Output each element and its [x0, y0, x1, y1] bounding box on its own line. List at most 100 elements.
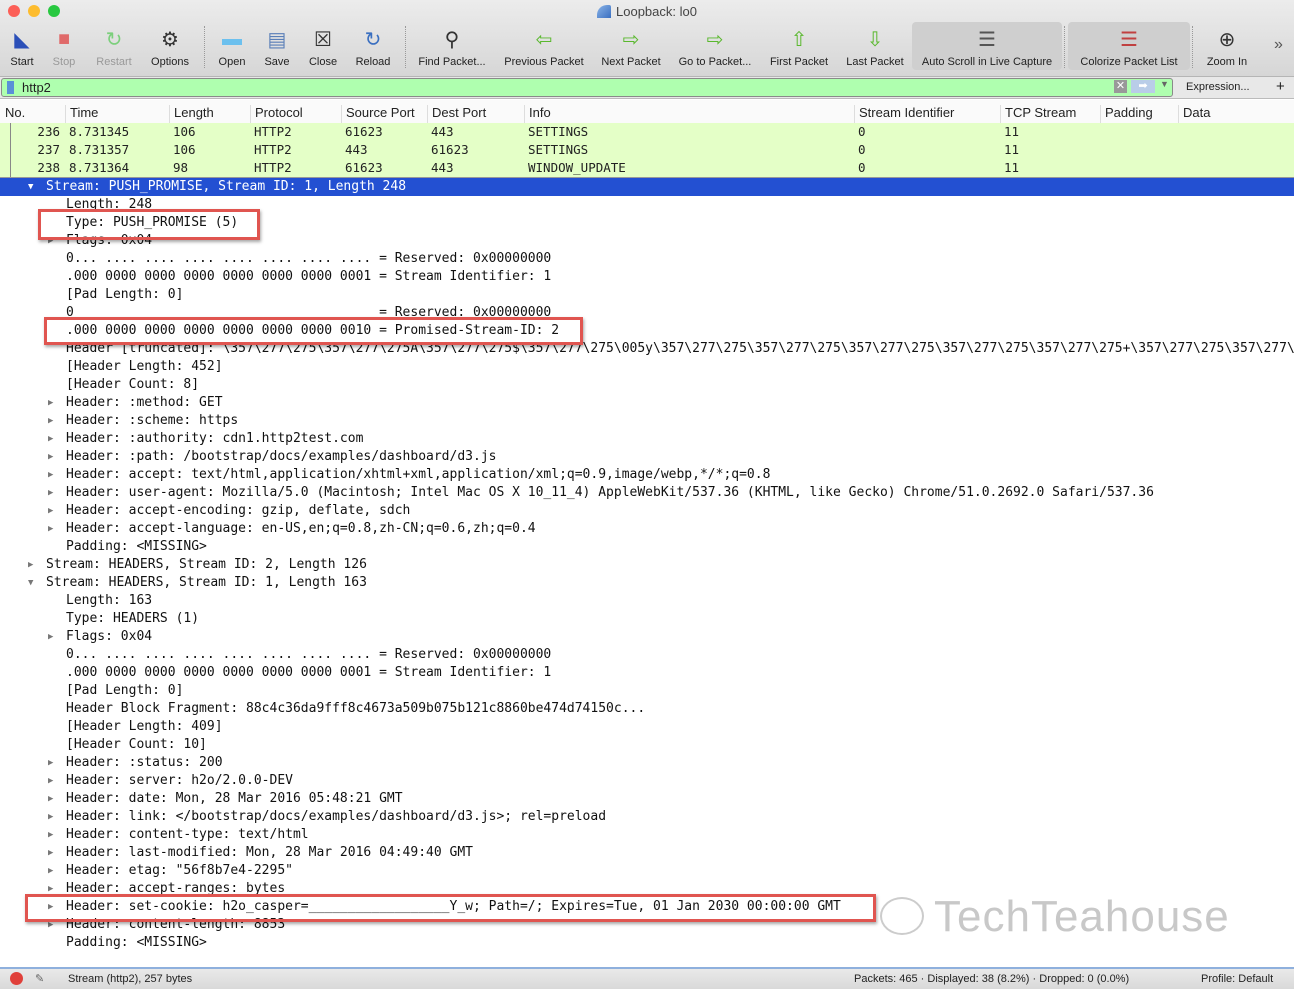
tree-item[interactable]: ▶ Header: :scheme: https: [0, 412, 1294, 430]
collapsed-triangle-icon[interactable]: ▶: [28, 556, 33, 574]
toolbar-overflow-button[interactable]: »: [1274, 36, 1283, 54]
toolbar-find-packet-button[interactable]: ⚲ Find Packet...: [414, 22, 490, 70]
toolbar-open-button[interactable]: ▬ Open: [210, 22, 254, 70]
apply-filter-icon[interactable]: ➡: [1131, 80, 1155, 93]
column-header[interactable]: Padding: [1100, 105, 1153, 123]
tree-item[interactable]: ▶ Stream: HEADERS, Stream ID: 2, Length 1…: [0, 556, 1294, 574]
collapsed-triangle-icon[interactable]: ▶: [48, 772, 53, 790]
autoscroll-icon: ☰: [978, 28, 996, 51]
column-header[interactable]: Info: [524, 105, 551, 123]
column-header[interactable]: No.: [1, 105, 25, 123]
toolbar-auto-scroll-in-live-capture-button[interactable]: ☰ Auto Scroll in Live Capture: [912, 22, 1062, 70]
expression-button[interactable]: Expression...: [1186, 81, 1250, 93]
packet-row[interactable]: 236 8.731345 106 HTTP2 61623 443 SETTINGS 0 11: [0, 123, 1294, 141]
toolbar-last-packet-button[interactable]: ⇩ Last Packet: [841, 22, 909, 70]
toolbar-zoom-in-button[interactable]: ⊕ Zoom In: [1198, 22, 1256, 70]
packet-cell-info: SETTINGS: [528, 124, 589, 139]
add-filter-button[interactable]: +: [1276, 78, 1285, 95]
tree-item[interactable]: 0... .... .... .... .... .... .... .... …: [0, 250, 1294, 268]
column-header[interactable]: Protocol: [250, 105, 303, 123]
toolbar-options-button[interactable]: ⚙ Options: [144, 22, 196, 70]
tree-item[interactable]: .000 0000 0000 0000 0000 0000 0000 0001 …: [0, 664, 1294, 682]
tree-item[interactable]: .000 0000 0000 0000 0000 0000 0000 0001 …: [0, 268, 1294, 286]
column-header[interactable]: Time: [65, 105, 98, 123]
tree-item-label: Stream: PUSH_PROMISE, Stream ID: 1, Leng…: [46, 179, 407, 194]
tree-item[interactable]: [Pad Length: 0]: [0, 286, 1294, 304]
column-header[interactable]: Stream Identifier: [854, 105, 954, 123]
toolbar-start-button[interactable]: ◣ Start: [4, 22, 40, 70]
toolbar-close-button[interactable]: ☒ Close: [302, 22, 344, 70]
tree-item[interactable]: ▼ Stream: PUSH_PROMISE, Stream ID: 1, Len…: [0, 178, 1294, 196]
tree-item[interactable]: ▶ Header: server: h2o/2.0.0-DEV: [0, 772, 1294, 790]
tree-item[interactable]: Length: 163: [0, 592, 1294, 610]
tree-item[interactable]: ▶ Header: user-agent: Mozilla/5.0 (Macint…: [0, 484, 1294, 502]
status-profile[interactable]: Profile: Default: [1201, 969, 1273, 989]
tree-item[interactable]: ▶ Header: date: Mon, 28 Mar 2016 05:48:21…: [0, 790, 1294, 808]
tree-item[interactable]: ▶ Header: content-type: text/html: [0, 826, 1294, 844]
tree-item[interactable]: [Pad Length: 0]: [0, 682, 1294, 700]
collapsed-triangle-icon[interactable]: ▶: [48, 790, 53, 808]
collapsed-triangle-icon[interactable]: ▶: [48, 448, 53, 466]
collapsed-triangle-icon[interactable]: ▶: [48, 844, 53, 862]
tree-item[interactable]: ▶ Header: accept-language: en-US,en;q=0.8…: [0, 520, 1294, 538]
collapsed-triangle-icon[interactable]: ▶: [48, 808, 53, 826]
display-filter-input[interactable]: http2: [1, 78, 1173, 97]
tree-item[interactable]: ▶ Header: accept: text/html,application/x…: [0, 466, 1294, 484]
collapsed-triangle-icon[interactable]: ▶: [48, 520, 53, 538]
toolbar-reload-button[interactable]: ↻ Reload: [350, 22, 396, 70]
tree-item[interactable]: 0... .... .... .... .... .... .... .... …: [0, 646, 1294, 664]
toolbar-restart-button[interactable]: ↻ Restart: [89, 22, 139, 70]
tree-item[interactable]: [Header Count: 10]: [0, 736, 1294, 754]
search-icon: ⚲: [444, 28, 460, 51]
tree-item[interactable]: ▶ Header: :path: /bootstrap/docs/examples…: [0, 448, 1294, 466]
tree-item[interactable]: ▼ Stream: HEADERS, Stream ID: 1, Length 1…: [0, 574, 1294, 592]
tree-item[interactable]: Padding: <MISSING>: [0, 538, 1294, 556]
toolbar-stop-button[interactable]: ■ Stop: [44, 22, 84, 70]
collapsed-triangle-icon[interactable]: ▶: [48, 826, 53, 844]
toolbar-save-button[interactable]: ▤ Save: [258, 22, 296, 70]
collapsed-triangle-icon[interactable]: ▶: [48, 754, 53, 772]
toolbar-colorize-packet-list-button[interactable]: ☰ Colorize Packet List: [1068, 22, 1190, 70]
collapsed-triangle-icon[interactable]: ▶: [48, 502, 53, 520]
packet-row[interactable]: 237 8.731357 106 HTTP2 443 61623 SETTINGS 0 11: [0, 141, 1294, 159]
column-header[interactable]: Source Port: [341, 105, 415, 123]
packet-row[interactable]: 238 8.731364 98 HTTP2 61623 443 WINDOW_UPDATE 0…: [0, 159, 1294, 177]
collapsed-triangle-icon[interactable]: ▶: [48, 484, 53, 502]
toolbar-label: Find Packet...: [418, 56, 486, 68]
collapsed-triangle-icon[interactable]: ▶: [48, 466, 53, 484]
tree-item[interactable]: Header Block Fragment: 88c4c36da9fff8c46…: [0, 700, 1294, 718]
collapsed-triangle-icon[interactable]: ▶: [48, 862, 53, 880]
toolbar-first-packet-button[interactable]: ⇧ First Packet: [764, 22, 834, 70]
tree-item[interactable]: ▶ Header: :method: GET: [0, 394, 1294, 412]
column-header[interactable]: TCP Stream: [1000, 105, 1076, 123]
collapsed-triangle-icon[interactable]: ▶: [48, 394, 53, 412]
tree-item[interactable]: Type: HEADERS (1): [0, 610, 1294, 628]
edit-comment-icon[interactable]: ✎: [35, 969, 44, 989]
tree-item[interactable]: ▶ Header: :status: 200: [0, 754, 1294, 772]
collapsed-triangle-icon[interactable]: ▶: [48, 412, 53, 430]
tree-item[interactable]: [Header Length: 452]: [0, 358, 1294, 376]
tree-item[interactable]: ▶ Header: accept-encoding: gzip, deflate,…: [0, 502, 1294, 520]
filter-history-dropdown-icon[interactable]: ▼: [1160, 79, 1169, 89]
toolbar-go-to-packet-button[interactable]: ⇨ Go to Packet...: [674, 22, 756, 70]
column-header[interactable]: Length: [169, 105, 214, 123]
expanded-triangle-icon[interactable]: ▼: [28, 574, 33, 592]
tree-item-label: Header: :authority: cdn1.http2test.com: [66, 431, 364, 446]
bookmark-icon[interactable]: [7, 81, 14, 94]
tree-item[interactable]: [Header Count: 8]: [0, 376, 1294, 394]
tree-item[interactable]: ▶ Header: link: </bootstrap/docs/examples…: [0, 808, 1294, 826]
clear-filter-icon[interactable]: ✕: [1114, 80, 1127, 93]
collapsed-triangle-icon[interactable]: ▶: [48, 628, 53, 646]
column-header[interactable]: Data: [1178, 105, 1210, 123]
tree-item[interactable]: ▶ Header: etag: "56f8b7e4-2295": [0, 862, 1294, 880]
toolbar-next-packet-button[interactable]: ⇨ Next Packet: [596, 22, 666, 70]
column-header[interactable]: Dest Port: [427, 105, 486, 123]
gear-icon: ⚙: [161, 28, 179, 51]
tree-item[interactable]: [Header Length: 409]: [0, 718, 1294, 736]
tree-item[interactable]: ▶ Header: last-modified: Mon, 28 Mar 2016…: [0, 844, 1294, 862]
toolbar-previous-packet-button[interactable]: ⇦ Previous Packet: [499, 22, 589, 70]
tree-item[interactable]: ▶ Header: :authority: cdn1.http2test.com: [0, 430, 1294, 448]
expanded-triangle-icon[interactable]: ▼: [28, 178, 33, 196]
tree-item[interactable]: ▶ Flags: 0x04: [0, 628, 1294, 646]
collapsed-triangle-icon[interactable]: ▶: [48, 430, 53, 448]
